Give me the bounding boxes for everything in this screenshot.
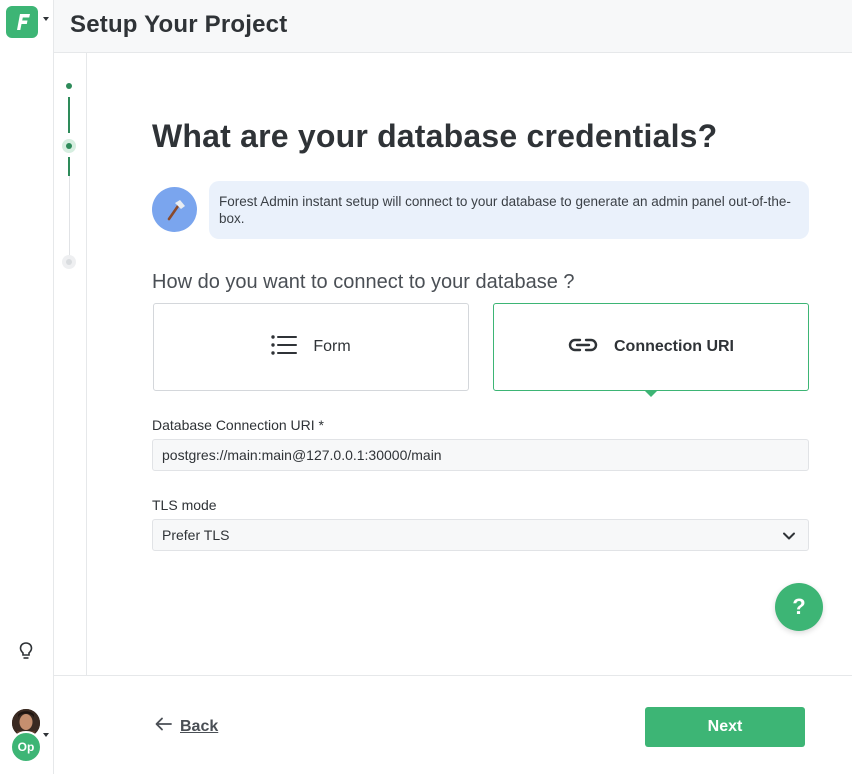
step-done-dot [66, 83, 72, 89]
page-header: Setup Your Project [54, 0, 852, 53]
setup-info-message: Forest Admin instant setup will connect … [209, 181, 809, 239]
tls-mode-value: Prefer TLS [162, 527, 230, 543]
chevron-down-icon [782, 529, 796, 543]
selected-option-pointer [644, 390, 658, 397]
option-form[interactable]: Form [153, 303, 469, 391]
back-button[interactable]: Back [155, 717, 218, 736]
axe-icon [152, 187, 197, 232]
connection-uri-input[interactable]: postgres://main:main@127.0.0.1:30000/mai… [152, 439, 809, 471]
section-title: What are your database credentials? [152, 118, 718, 154]
arrow-left-icon [155, 717, 172, 736]
wizard-footer: Back Next [54, 675, 852, 774]
connection-method-question: How do you want to connect to your datab… [152, 271, 575, 293]
step-connector [69, 176, 70, 256]
lightbulb-icon[interactable] [17, 641, 35, 661]
left-rail: Op [0, 0, 54, 774]
option-connection-uri-label: Connection URI [614, 338, 734, 355]
tls-mode-select[interactable]: Prefer TLS [152, 519, 809, 551]
help-button[interactable]: ? [775, 583, 823, 631]
option-connection-uri[interactable]: Connection URI [493, 303, 809, 391]
next-button[interactable]: Next [645, 707, 805, 747]
list-icon [271, 334, 298, 360]
step-pending-dot [62, 255, 76, 269]
option-form-label: Form [313, 338, 351, 355]
step-connector [68, 157, 70, 176]
setup-stepper [54, 53, 87, 675]
page-title: Setup Your Project [70, 11, 288, 38]
uri-field-label: Database Connection URI * [152, 417, 324, 433]
link-icon [568, 337, 598, 358]
step-current-dot [62, 139, 76, 153]
step-connector [68, 97, 70, 133]
workspace-caret-icon[interactable] [43, 17, 49, 21]
back-label: Back [180, 717, 219, 735]
forest-logo-icon[interactable] [6, 6, 38, 38]
project-badge[interactable]: Op [10, 731, 42, 763]
tls-field-label: TLS mode [152, 497, 217, 513]
account-caret-icon[interactable] [43, 733, 49, 737]
